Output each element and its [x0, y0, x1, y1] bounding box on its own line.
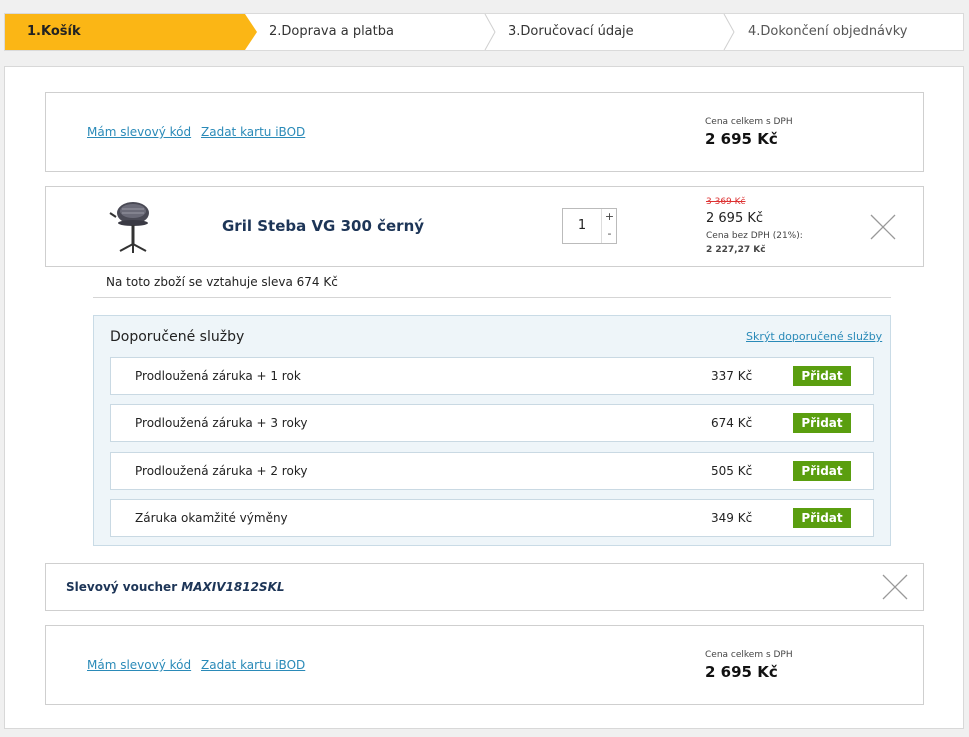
- price-without-vat-label: Cena bez DPH (21%):: [706, 231, 803, 241]
- service-price: 337 Kč: [711, 369, 753, 383]
- step-completion-label: 4.Dokončení objednávky: [748, 24, 908, 39]
- quantity-minus-button[interactable]: -: [601, 226, 617, 243]
- total-label: Cena celkem s DPH: [705, 650, 793, 660]
- cart-summary-bottom: Mám slevový kód Zadat kartu iBOD Cena ce…: [45, 625, 924, 705]
- step-cart-label: 1.Košík: [27, 24, 81, 39]
- step-order-completion[interactable]: 4.Dokončení objednávky: [748, 14, 907, 50]
- add-service-button[interactable]: Přidat: [793, 508, 851, 528]
- voucher-code: MAXIV1812SKL: [181, 580, 285, 594]
- grill-icon[interactable]: [108, 199, 158, 257]
- services-title: Doporučené služby: [110, 329, 245, 345]
- product-price: 2 695 Kč: [706, 211, 764, 226]
- service-price: 505 Kč: [711, 464, 753, 478]
- service-name: Prodloužená záruka + 1 rok: [135, 369, 301, 383]
- recommended-services: Doporučené služby Skrýt doporučené služb…: [93, 315, 891, 546]
- step-delivery-label: 3.Doručovací údaje: [508, 24, 634, 39]
- service-name: Prodloužená záruka + 3 roky: [135, 416, 308, 430]
- cart-summary-top: Mám slevový kód Zadat kartu iBOD Cena ce…: [45, 92, 924, 172]
- discount-code-link[interactable]: Mám slevový kód: [87, 658, 191, 672]
- checkout-steps: 1.Košík 2.Doprava a platba 3.Doručovací …: [4, 13, 964, 51]
- price-without-vat-value: 2 227,27 Kč: [706, 245, 766, 255]
- product-name[interactable]: Gril Steba VG 300 černý: [222, 217, 424, 235]
- step-separator-icon: [723, 14, 735, 50]
- old-price: 3 369 Kč: [706, 197, 746, 207]
- close-icon[interactable]: [882, 574, 908, 600]
- voucher-text: Slevový voucher MAXIV1812SKL: [66, 580, 285, 594]
- total-label: Cena celkem s DPH: [705, 117, 793, 127]
- cart-container: Mám slevový kód Zadat kartu iBOD Cena ce…: [4, 66, 964, 729]
- step-shipping-label: 2.Doprava a platba: [269, 24, 394, 39]
- divider: [93, 297, 891, 298]
- step-delivery-details[interactable]: 3.Doručovací údaje: [508, 14, 634, 50]
- discount-note: Na toto zboží se vztahuje sleva 674 Kč: [106, 275, 338, 289]
- step-cart[interactable]: 1.Košík: [5, 14, 257, 50]
- service-item: Prodloužená záruka + 3 roky 674 Kč Přida…: [110, 404, 874, 442]
- total-value: 2 695 Kč: [705, 663, 778, 681]
- service-name: Záruka okamžité výměny: [135, 511, 288, 525]
- quantity-plus-button[interactable]: +: [601, 209, 617, 226]
- close-icon[interactable]: [870, 214, 896, 240]
- service-item: Prodloužená záruka + 1 rok 337 Kč Přidat: [110, 357, 874, 395]
- step-shipping-payment[interactable]: 2.Doprava a platba: [269, 14, 394, 50]
- quantity-stepper[interactable]: 1 + -: [562, 208, 617, 244]
- ibod-card-link[interactable]: Zadat kartu iBOD: [201, 658, 305, 672]
- step-separator-icon: [484, 14, 496, 50]
- add-service-button[interactable]: Přidat: [793, 461, 851, 481]
- service-price: 674 Kč: [711, 416, 753, 430]
- service-name: Prodloužená záruka + 2 roky: [135, 464, 308, 478]
- service-item: Záruka okamžité výměny 349 Kč Přidat: [110, 499, 874, 537]
- voucher-box: Slevový voucher MAXIV1812SKL: [45, 563, 924, 611]
- add-service-button[interactable]: Přidat: [793, 413, 851, 433]
- service-item: Prodloužená záruka + 2 roky 505 Kč Přida…: [110, 452, 874, 490]
- service-price: 349 Kč: [711, 511, 753, 525]
- quantity-input[interactable]: 1: [563, 209, 601, 243]
- voucher-label: Slevový voucher: [66, 580, 178, 594]
- cart-item: Gril Steba VG 300 černý 1 + - 3 369 Kč 2…: [45, 186, 924, 267]
- discount-code-link[interactable]: Mám slevový kód: [87, 125, 191, 139]
- ibod-card-link[interactable]: Zadat kartu iBOD: [201, 125, 305, 139]
- total-value: 2 695 Kč: [705, 130, 778, 148]
- add-service-button[interactable]: Přidat: [793, 366, 851, 386]
- hide-services-link[interactable]: Skrýt doporučené služby: [746, 330, 882, 343]
